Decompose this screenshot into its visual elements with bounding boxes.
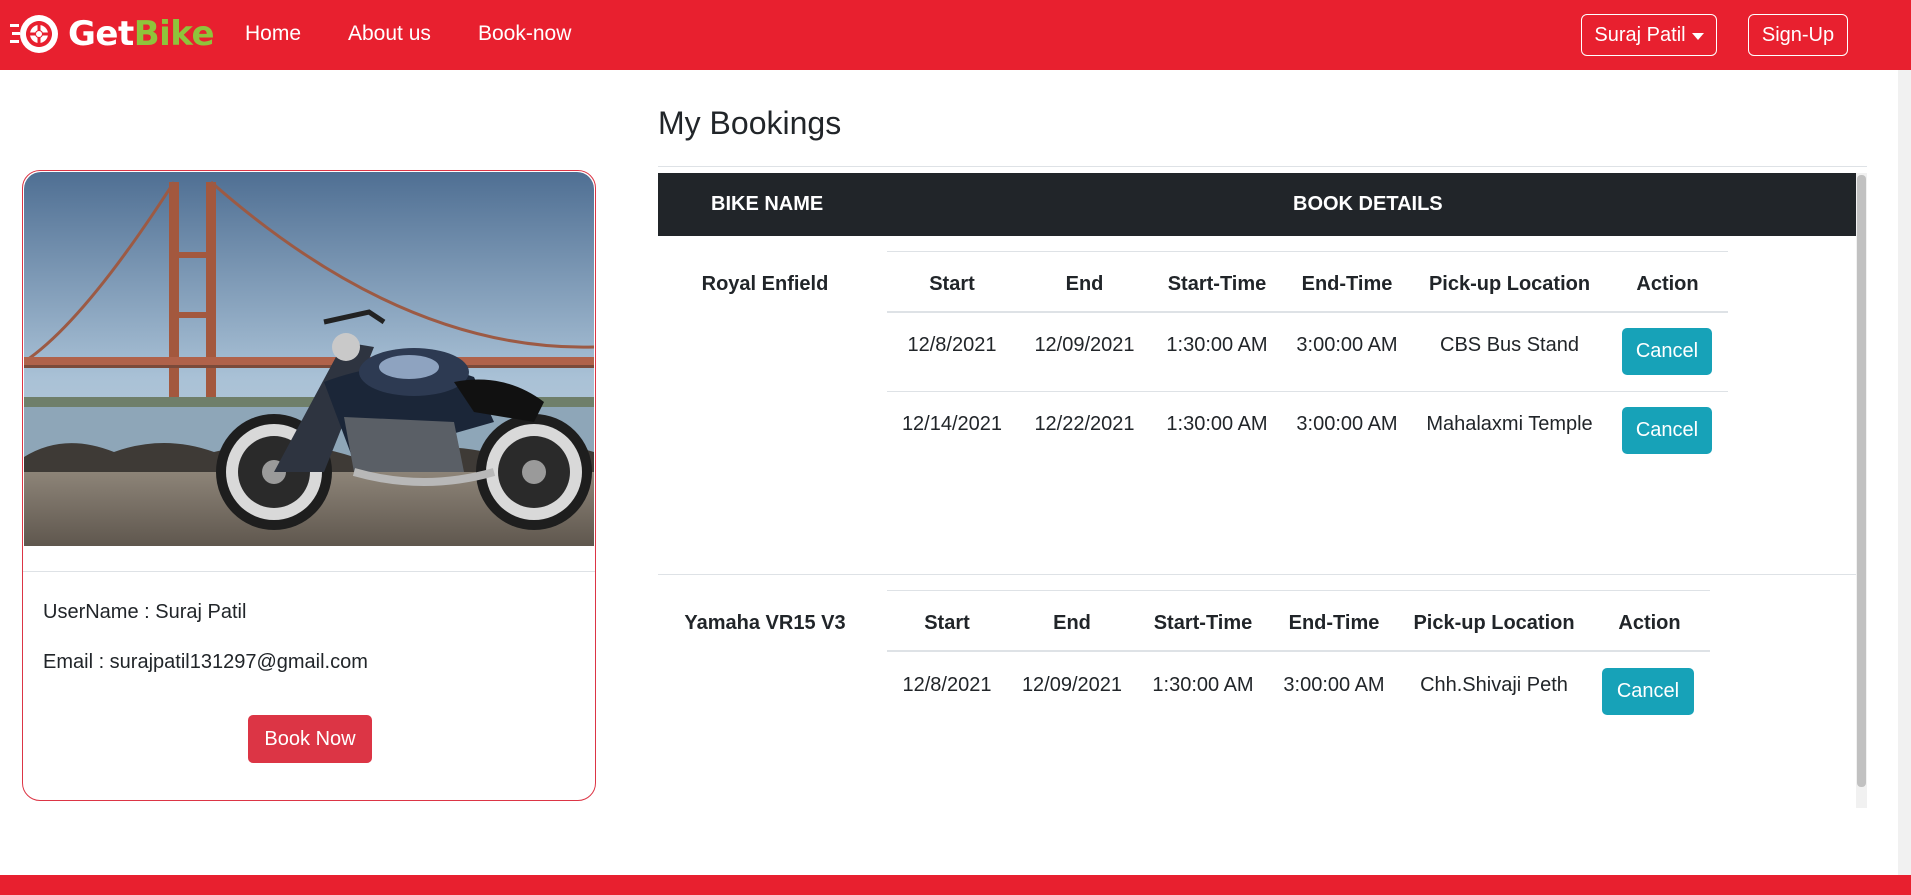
cancel-booking-button[interactable]: Cancel [1622,328,1712,375]
details-top-rule [887,251,1728,252]
col-action: Action [1618,612,1681,634]
col-end-time: End-Time [1288,612,1380,634]
booking-start: 12/8/2021 [902,674,992,696]
profile-email: Email : surajpatil131297@gmail.com [43,651,368,673]
card-divider [23,571,595,572]
page-title: My Bookings [658,105,842,141]
booking-start: 12/14/2021 [901,413,1003,435]
booking-start-time: 1:30:00 AM [1152,674,1254,696]
col-start: Start [929,273,975,295]
header-book-details: BOOK DETAILS [1293,193,1443,215]
header-bike-name: BIKE NAME [711,193,824,215]
nav-about-link[interactable]: About us [348,22,431,46]
col-pickup-location: Pick-up Location [1413,612,1575,634]
profile-card: UserName : Suraj Patil Email : surajpati… [22,170,596,801]
brand-name-part1: Get [68,14,134,54]
motorcycle-photo [24,172,594,546]
brand-name: GetBike [68,14,215,54]
booking-location: CBS Bus Stand [1440,334,1579,356]
brand-name-part2: Bike [133,14,215,54]
signup-label: Sign-Up [1761,23,1835,46]
col-end: End [1053,612,1091,634]
book-now-button[interactable]: Book Now [248,715,372,763]
wheel-logo-icon [10,15,58,53]
booking-details-royal-enfield: Start End Start-Time End-Time Pick-up Lo… [887,251,1728,471]
title-divider [658,166,1867,167]
cancel-booking-button[interactable]: Cancel [1602,668,1694,715]
bookings-scrollbar[interactable] [1856,173,1867,808]
bookings-table: BIKE NAME BOOK DETAILS Royal Enfield Sta… [658,173,1867,808]
booking-end-time: 3:00:00 AM [1283,674,1385,696]
booking-details-yamaha-vr15: Start End Start-Time End-Time Pick-up Lo… [887,590,1710,730]
booking-location: Mahalaxmi Temple [1426,413,1593,435]
navbar: GetBike Home About us Book-now Suraj Pat… [0,0,1911,70]
booking-end-time: 3:00:00 AM [1296,413,1398,435]
nav-book-now-link[interactable]: Book-now [478,22,571,46]
booking-end: 12/09/2021 [1034,334,1135,356]
user-menu-label: Suraj Patil [1594,23,1686,46]
caret-down-icon [1691,32,1704,40]
col-end-time: End-Time [1301,273,1393,295]
col-start-time: Start-Time [1167,273,1267,295]
booking-start-time: 1:30:00 AM [1166,334,1268,356]
group-separator [658,574,1856,575]
page-scrollbar[interactable] [1898,70,1911,875]
col-start-time: Start-Time [1153,612,1253,634]
signup-button[interactable]: Sign-Up [1748,14,1848,56]
bike-name-yamaha-vr15: Yamaha VR15 V3 [684,612,846,634]
booking-end: 12/22/2021 [1034,413,1135,435]
bookings-scrollbar-thumb[interactable] [1857,175,1866,787]
booking-end: 12/09/2021 [1021,674,1123,696]
user-menu-dropdown[interactable]: Suraj Patil [1581,14,1717,56]
booking-start: 12/8/2021 [907,334,997,356]
brand-logo[interactable]: GetBike [10,10,215,58]
details-header-rule [887,650,1710,652]
col-pickup-location: Pick-up Location [1428,273,1591,295]
footer-bar [0,875,1911,895]
booking-start-time: 1:30:00 AM [1166,413,1268,435]
details-top-rule [887,590,1710,591]
col-start: Start [924,612,970,634]
bike-name-royal-enfield: Royal Enfield [701,273,829,295]
profile-username: UserName : Suraj Patil [43,601,247,623]
details-header-rule [887,311,1728,313]
bookings-table-header: BIKE NAME BOOK DETAILS [658,173,1856,236]
col-action: Action [1636,273,1699,295]
nav-home-link[interactable]: Home [245,22,301,46]
col-end: End [1065,273,1104,295]
booking-location: Chh.Shivaji Peth [1420,674,1568,696]
details-row-rule [887,391,1728,392]
booking-end-time: 3:00:00 AM [1296,334,1398,356]
cancel-booking-button[interactable]: Cancel [1622,407,1712,454]
